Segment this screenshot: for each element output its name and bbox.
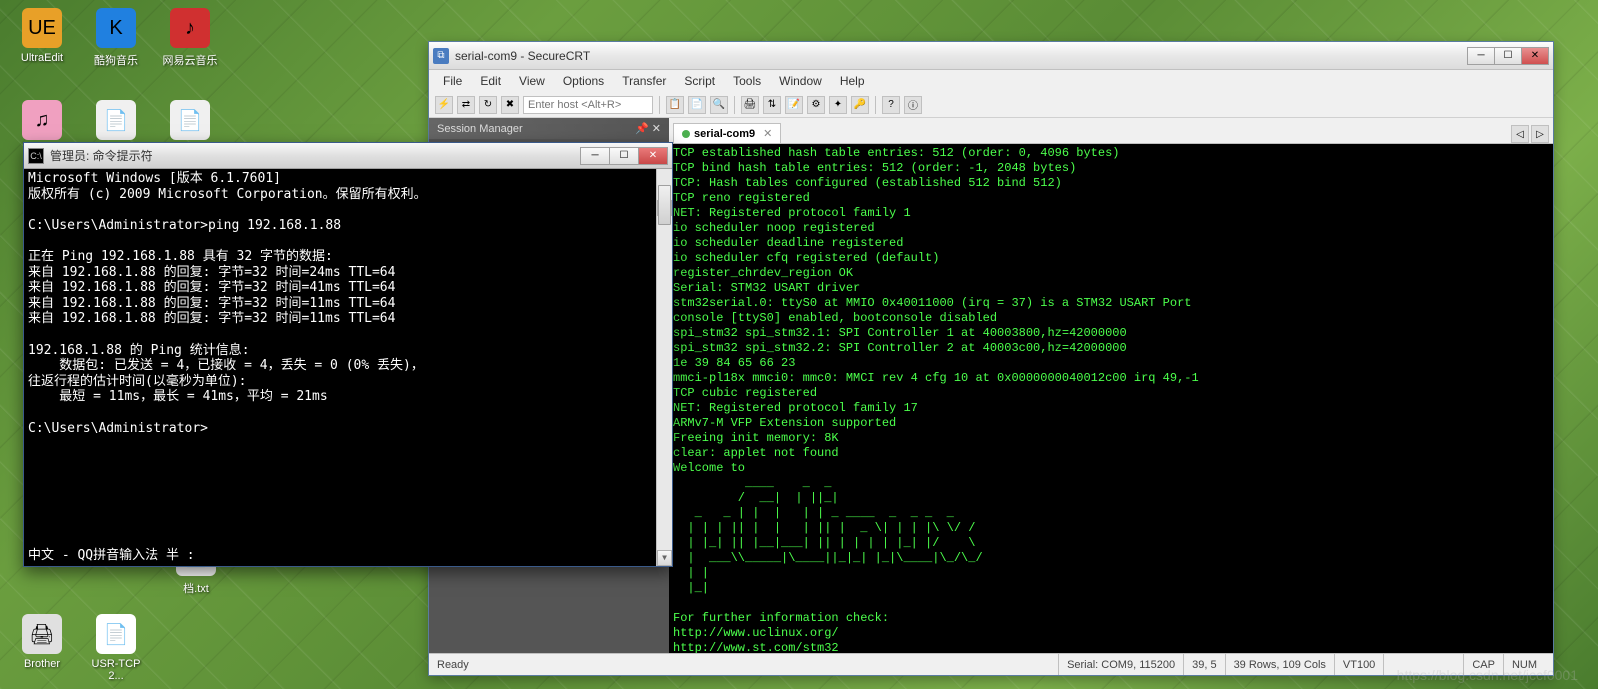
tab-prev-icon[interactable]: ◁ xyxy=(1511,125,1529,143)
cmd-maximize-button[interactable]: ☐ xyxy=(609,147,639,165)
menu-window[interactable]: Window xyxy=(771,72,830,90)
menu-tools[interactable]: Tools xyxy=(725,72,769,90)
status-cursor-pos: 39, 5 xyxy=(1183,654,1224,675)
host-input[interactable] xyxy=(523,96,653,114)
tool-find-icon[interactable]: 🔍 xyxy=(710,96,728,114)
tool-reconnect-icon[interactable]: ↻ xyxy=(479,96,497,114)
toolbar: ⚡ ⇄ ↻ ✖ 📋 📄 🔍 🖨 ⇅ 📝 ⚙ ✦ 🔑 ? ⓘ xyxy=(429,92,1553,118)
status-ready: Ready xyxy=(437,659,469,671)
cmd-titlebar[interactable]: C:\ 管理员: 命令提示符 ─ ☐ ✕ xyxy=(24,143,672,169)
cmd-close-button[interactable]: ✕ xyxy=(638,147,668,165)
tool-key-icon[interactable]: 🔑 xyxy=(851,96,869,114)
ime-status: 中文 - QQ拼音输入法 半 : xyxy=(28,548,195,564)
status-bar: Ready Serial: COM9, 115200 39, 5 39 Rows… xyxy=(429,653,1553,675)
cmd-title-text: 管理员: 命令提示符 xyxy=(50,147,581,164)
desktop-icon-label: UltraEdit xyxy=(12,52,72,64)
window-title: serial-com9 - SecureCRT xyxy=(455,49,1468,63)
tab-bar: serial-com9 ✕ ◁ ▷ xyxy=(669,118,1553,144)
menu-view[interactable]: View xyxy=(511,72,553,90)
cmd-window: C:\ 管理员: 命令提示符 ─ ☐ ✕ Microsoft Windows [… xyxy=(23,142,673,567)
desktop-icon-酷狗音乐[interactable]: K 酷狗音乐 xyxy=(86,8,146,68)
desktop-icon-label: 档.txt xyxy=(166,580,226,596)
tool-paste-icon[interactable]: 📄 xyxy=(688,96,706,114)
menu-transfer[interactable]: Transfer xyxy=(614,72,674,90)
menu-script[interactable]: Script xyxy=(676,72,723,90)
desktop-icon-label: Brother xyxy=(12,658,72,670)
tool-script-icon[interactable]: ✦ xyxy=(829,96,847,114)
desktop-icon-label: USR-TCP2... xyxy=(86,658,146,682)
desktop-icon-label: 酷狗音乐 xyxy=(86,52,146,68)
menu-edit[interactable]: Edit xyxy=(472,72,509,90)
status-serial: Serial: COM9, 115200 xyxy=(1058,654,1183,675)
tool-about-icon[interactable]: ⓘ xyxy=(904,96,922,114)
terminal-output[interactable]: TCP established hash table entries: 512 … xyxy=(669,144,1553,653)
tool-help-icon[interactable]: ? xyxy=(882,96,900,114)
status-size: 39 Rows, 109 Cols xyxy=(1225,654,1334,675)
cmd-minimize-button[interactable]: ─ xyxy=(580,147,610,165)
file-icon: 📄 xyxy=(170,100,210,140)
tab-close-icon[interactable]: ✕ xyxy=(763,127,772,140)
tool-log-icon[interactable]: 📝 xyxy=(785,96,803,114)
maximize-button[interactable]: ☐ xyxy=(1494,47,1522,65)
app-icon: 🖨 xyxy=(22,614,62,654)
app-icon: UE xyxy=(22,8,62,48)
tool-transfer-icon[interactable]: ⇅ xyxy=(763,96,781,114)
cmd-output[interactable]: Microsoft Windows [版本 6.1.7601] 版权所有 (c)… xyxy=(24,169,672,566)
cmd-scrollbar[interactable]: ▲ ▼ xyxy=(656,169,672,566)
menu-options[interactable]: Options xyxy=(555,72,612,90)
status-dot-icon xyxy=(682,130,690,138)
desktop-icon[interactable]: ♫ xyxy=(12,100,72,144)
desktop-icon[interactable]: 📄 xyxy=(86,100,146,144)
file-icon: 📄 xyxy=(96,100,136,140)
scroll-thumb[interactable] xyxy=(658,185,671,225)
tool-connect-icon[interactable]: ⚡ xyxy=(435,96,453,114)
watermark: https://blog.csdn.net/jccf0001 xyxy=(1397,667,1578,683)
tool-options-icon[interactable]: ⚙ xyxy=(807,96,825,114)
terminal-area: serial-com9 ✕ ◁ ▷ TCP established hash t… xyxy=(669,118,1553,653)
app-icon: ♪ xyxy=(170,8,210,48)
menu-file[interactable]: File xyxy=(435,72,470,90)
tool-disconnect-icon[interactable]: ✖ xyxy=(501,96,519,114)
session-manager-title: Session Manager xyxy=(437,123,523,135)
file-icon: ♫ xyxy=(22,100,62,140)
tool-print-icon[interactable]: 🖨 xyxy=(741,96,759,114)
pin-icon[interactable]: 📌 ✕ xyxy=(635,122,661,135)
tool-copy-icon[interactable]: 📋 xyxy=(666,96,684,114)
tab-next-icon[interactable]: ▷ xyxy=(1531,125,1549,143)
desktop-icon-USR-TCP2...[interactable]: 📄 USR-TCP2... xyxy=(86,614,146,682)
session-manager-header: Session Manager 📌 ✕ xyxy=(429,118,669,139)
close-button[interactable]: ✕ xyxy=(1521,47,1549,65)
status-vt: VT100 xyxy=(1334,654,1383,675)
cmd-icon: C:\ xyxy=(28,148,44,164)
scroll-down-icon[interactable]: ▼ xyxy=(657,550,672,566)
tab-serial-com9[interactable]: serial-com9 ✕ xyxy=(673,123,781,143)
menubar: FileEditViewOptionsTransferScriptToolsWi… xyxy=(429,70,1553,92)
desktop-icon-UltraEdit[interactable]: UE UltraEdit xyxy=(12,8,72,64)
menu-help[interactable]: Help xyxy=(832,72,873,90)
desktop-icon-Brother[interactable]: 🖨 Brother xyxy=(12,614,72,670)
tab-label: serial-com9 xyxy=(694,128,755,140)
app-icon: 📄 xyxy=(96,614,136,654)
tool-quick-connect-icon[interactable]: ⇄ xyxy=(457,96,475,114)
app-icon: K xyxy=(96,8,136,48)
titlebar[interactable]: ⧉ serial-com9 - SecureCRT ─ ☐ ✕ xyxy=(429,42,1553,70)
desktop-icon-网易云音乐[interactable]: ♪ 网易云音乐 xyxy=(160,8,220,68)
app-icon: ⧉ xyxy=(433,48,449,64)
desktop-icon[interactable]: 📄 xyxy=(160,100,220,144)
desktop-icon-label: 网易云音乐 xyxy=(160,52,220,68)
minimize-button[interactable]: ─ xyxy=(1467,47,1495,65)
